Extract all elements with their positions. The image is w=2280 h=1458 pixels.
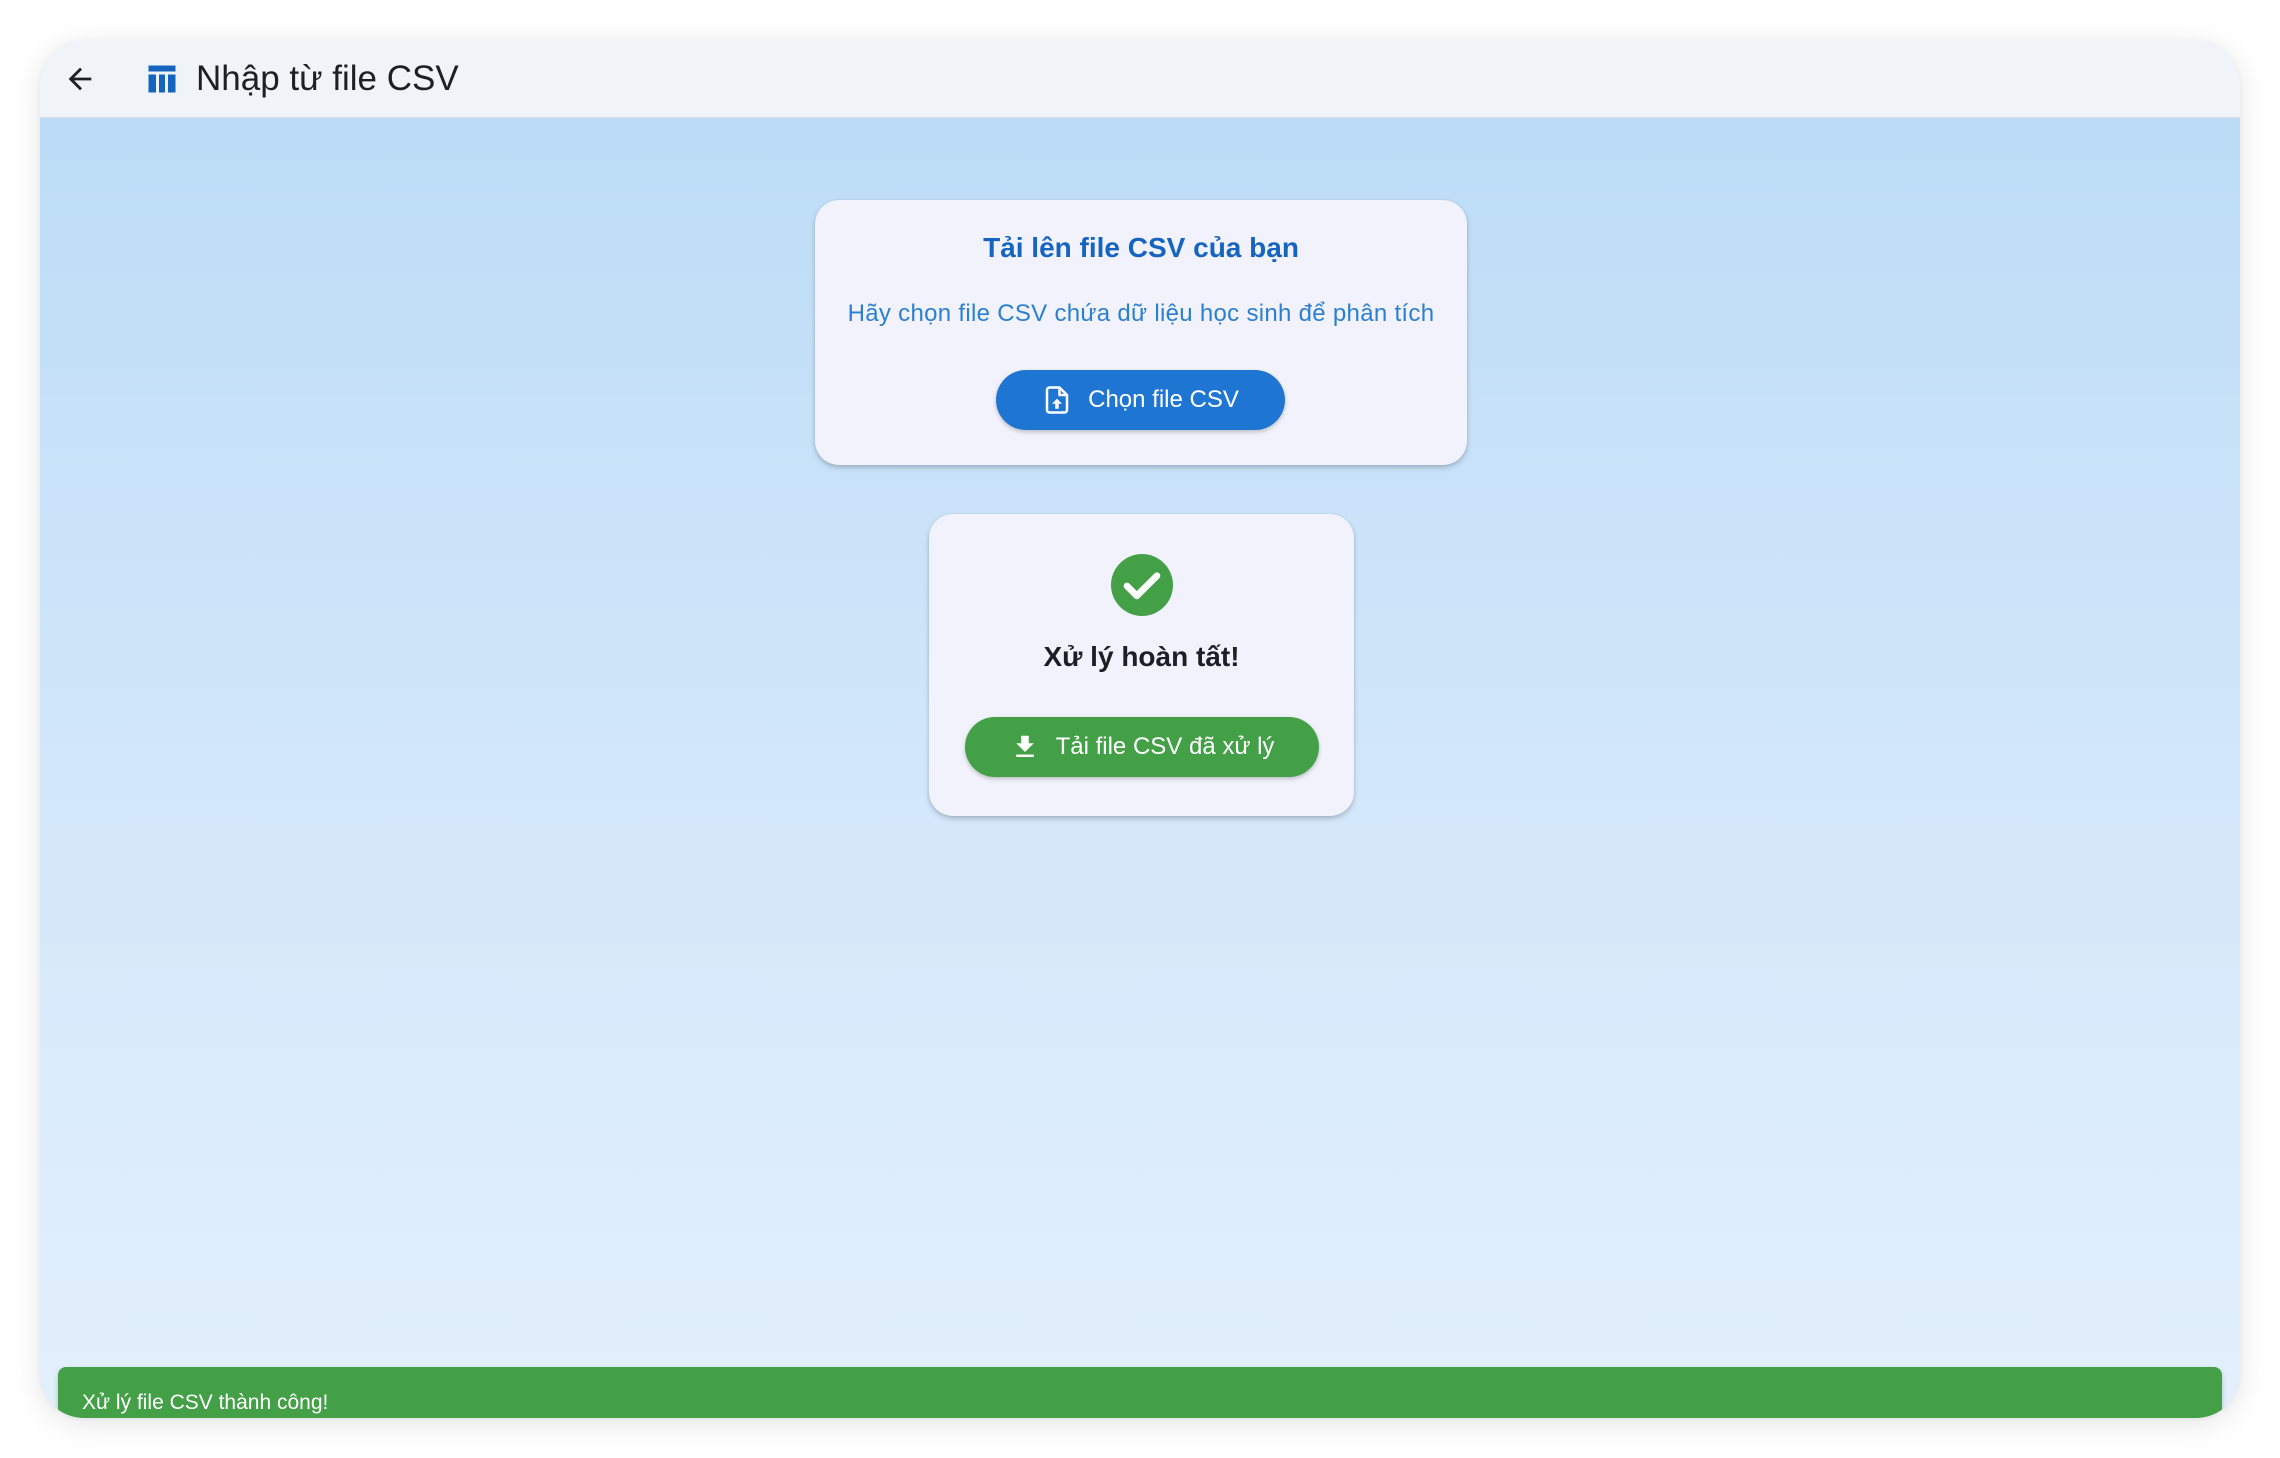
snackbar-message: Xử lý file CSV thành công! [82,1391,329,1414]
app-window: Nhập từ file CSV Tải lên file CSV của bạ… [40,40,2240,1418]
app-bar: Nhập từ file CSV [40,40,2240,118]
processing-complete-title: Xử lý hoàn tất! [1043,641,1240,672]
page-title: Nhập từ file CSV [196,59,459,98]
choose-csv-button[interactable]: Chọn file CSV [996,370,1285,430]
download-icon [1015,735,1034,757]
upload-card: Tải lên file CSV của bạn Hãy chọn file C… [815,200,1467,465]
file-upload-icon [1045,386,1069,414]
upload-card-title: Tải lên file CSV của bạn [983,232,1299,263]
download-csv-button[interactable]: Tải file CSV đã xử lý [965,717,1319,777]
back-button[interactable] [50,49,110,109]
arrow-back-icon [68,67,92,91]
table-icon [148,65,176,93]
upload-card-subtitle: Hãy chọn file CSV chứa dữ liệu học sinh … [847,300,1435,327]
choose-csv-button-label: Chọn file CSV [1088,386,1239,413]
check-circle-icon [1111,554,1173,616]
main-content: Tải lên file CSV của bạn Hãy chọn file C… [40,118,2240,1418]
success-snackbar: Xử lý file CSV thành công! [58,1367,2222,1418]
download-csv-button-label: Tải file CSV đã xử lý [1055,733,1275,760]
result-card: Xử lý hoàn tất! Tải file CSV đã xử lý [929,514,1354,816]
